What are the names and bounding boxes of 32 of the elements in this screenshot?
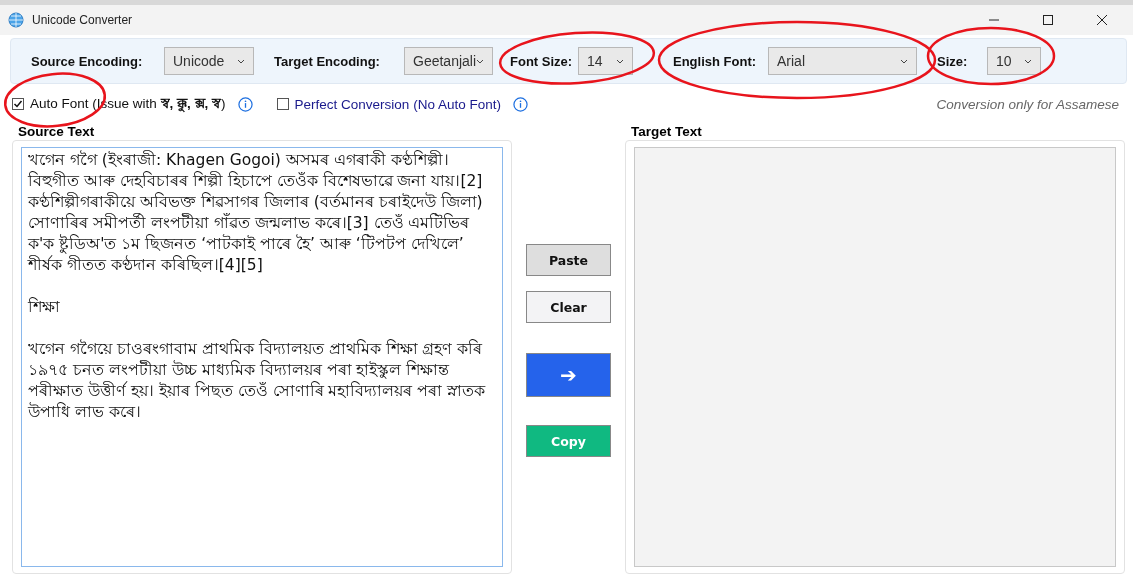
paste-button[interactable]: Paste — [526, 244, 611, 276]
dropdown[interactable]: Unicode — [164, 47, 254, 75]
chevron-icon — [476, 58, 484, 64]
chevron-icon — [900, 58, 908, 64]
checkbox-label[interactable]: Perfect Conversion (No Auto Font) — [294, 96, 501, 112]
dropdown[interactable]: 10 — [987, 47, 1041, 75]
globe-icon — [8, 12, 24, 28]
maximize-icon[interactable] — [1043, 15, 1053, 25]
checkbox[interactable] — [12, 98, 24, 110]
field-label: Source Encoding: — [31, 53, 144, 69]
target-text-field[interactable] — [634, 147, 1116, 567]
chevron-icon — [616, 58, 624, 64]
note-text: Conversion only for Assamese — [936, 96, 1119, 112]
group-title: Target Text — [631, 124, 703, 140]
field-label: English Font: — [673, 53, 758, 69]
dropdown[interactable]: 14 — [578, 47, 633, 75]
source-text-field[interactable]: খগেন গগৈ (ইংৰাজী: Khagen Gogoi) অসমৰ এগৰাকী কণ্ঠশিল্পী। বিহুগীত আৰু দেহবিচাৰৰ শিল্পী হিচাপে তেওঁক বিশেষভাৱে জনা যায়।[2] কণ্ঠশিল্পীগৰাকীয়ে অবিভক্ত শিৱসাগৰ জিলাৰ (বৰ্তমানৰ চৰাইদেউ জিলা) সোণাৰিৰ সমীপৰ্তী লংপটীয়া গাঁৱত জন্মলাভ কৰে।[3] তেওঁ এমটিভিৰ ক'ক ষ্টুডিঅ'ত ১ম ছিজনত ‘পাটকাই পাৰে হৈ’ আৰু ‘টিপটপ দেখিলে’ শীৰ্ষক গীতত কণ্ঠদান কৰিছিল।[4][5] শিক্ষা খগেন গগৈয়ে চাওৰংগাবাম প্ৰাথমিক বিদ্যালয়ত প্ৰাথমিক শিক্ষা গ্ৰহণ কৰি ১৯৭৫ চনত লংপটীয়া উচ্চ মাধ্যমিক বিদ্যালয়ৰ পৰা হাইস্কুল শিক্ষান্ত পৰীক্ষাত উত্তীৰ্ণ হয়। ইয়াৰ পিছত তেওঁ সোণাৰি মহাবিদ্যালয়ৰ পৰা স্নাতক উপাধি লাভ কৰে। — [21, 147, 503, 567]
dropdown[interactable]: Geetanjali — [404, 47, 493, 75]
group-title: Source Text — [18, 124, 96, 140]
info-icon[interactable] — [237, 96, 253, 112]
clear-button[interactable]: Clear — [526, 291, 611, 323]
field-label: Font Size: — [510, 53, 574, 69]
chevron-icon — [1024, 58, 1032, 64]
close-icon[interactable] — [1097, 15, 1107, 25]
window-title: Unicode Converter — [32, 13, 134, 27]
chevron-icon — [237, 58, 245, 64]
convert-button[interactable]: ➔ — [526, 353, 611, 397]
info-icon[interactable] — [512, 96, 528, 112]
checkbox[interactable] — [276, 98, 289, 110]
field-label: Target Encoding: — [274, 53, 381, 69]
dropdown[interactable]: Arial — [768, 47, 917, 75]
field-label: Size: — [937, 53, 969, 69]
